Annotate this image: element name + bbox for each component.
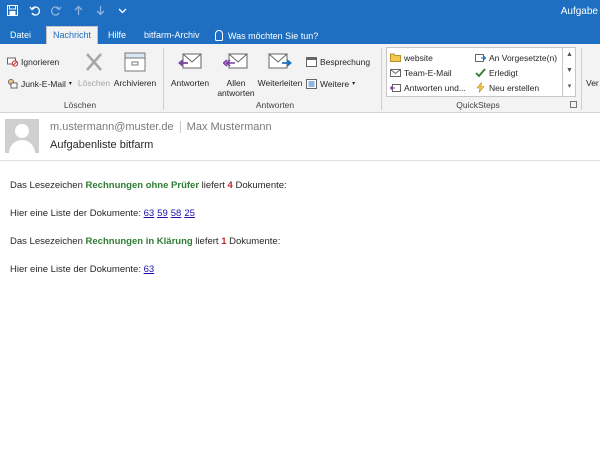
quicksteps-gallery: website Team-E-Mail Antworten und... An …: [386, 47, 576, 97]
ribbon-separator: [163, 48, 164, 110]
group-label-quicksteps: QuickSteps: [456, 100, 500, 110]
lightbulb-icon: [215, 30, 223, 41]
forward-icon: [268, 53, 292, 69]
ignore-icon: [7, 57, 18, 67]
expand-gallery-icon[interactable]: ▾: [563, 79, 576, 95]
redo-icon[interactable]: [50, 5, 62, 17]
title-bar: Aufgabe: [0, 0, 600, 24]
reply-icon: [178, 53, 202, 69]
bookmark-paragraph-2: Das Lesezeichen Rechnungen in Klärung li…: [10, 236, 281, 247]
group-label-antworten: Antworten: [255, 100, 295, 110]
quickstep-to-manager[interactable]: An Vorgesetzte(n): [475, 52, 557, 63]
window-title: Aufgabe: [560, 6, 598, 17]
reply-delete-icon: [390, 84, 401, 92]
scroll-down-icon[interactable]: ▼: [563, 63, 576, 79]
reply-button[interactable]: Antworten: [167, 51, 213, 88]
junk-icon: [8, 79, 18, 89]
ribbon-separator: [581, 48, 582, 110]
sender-divider: [179, 121, 181, 133]
bookmark-name: Rechnungen ohne Prüfer: [85, 180, 200, 191]
tell-me-search[interactable]: Was möchten Sie tun?: [215, 30, 318, 41]
up-icon[interactable]: [72, 5, 84, 17]
sender-email[interactable]: m.ustermann@muster.de: [50, 121, 174, 133]
folder-icon: [390, 53, 401, 62]
sender-name[interactable]: Max Mustermann: [187, 121, 272, 133]
message-header: m.ustermann@muster.de Max Mustermann Auf…: [0, 113, 600, 161]
document-link[interactable]: 63: [144, 264, 155, 275]
chevron-down-icon: ▾: [352, 81, 356, 87]
quick-access-toolbar: [6, 5, 128, 17]
forward-manager-icon: [475, 54, 486, 62]
archive-icon: [124, 52, 146, 72]
forward-button[interactable]: Weiterleiten: [256, 51, 304, 88]
reply-all-icon: [222, 53, 248, 69]
junk-email-button[interactable]: Junk-E-Mail ▾: [7, 78, 72, 89]
reply-all-button[interactable]: Allen antworten: [216, 51, 256, 98]
quickstep-reply-delete[interactable]: Antworten und...: [390, 82, 466, 93]
meeting-button[interactable]: Besprechung: [306, 56, 370, 67]
ribbon: Ignorieren Junk-E-Mail ▾ Löschen Archivi…: [0, 44, 600, 113]
bookmark-paragraph-1: Das Lesezeichen Rechnungen ohne Prüfer l…: [10, 180, 287, 191]
avatar: [5, 119, 39, 153]
dialog-launcher-icon[interactable]: [570, 101, 577, 108]
overflow-group-button[interactable]: Ver: [586, 78, 599, 88]
tab-bitfarm-archiv[interactable]: bitfarm-Archiv: [138, 27, 206, 44]
ribbon-tab-bar: Datei Nachricht Hilfe bitfarm-Archiv Was…: [0, 24, 600, 44]
calendar-icon: [306, 57, 317, 67]
archive-button[interactable]: Archivieren: [112, 51, 158, 88]
save-icon[interactable]: [6, 5, 18, 17]
tell-me-label: Was möchten Sie tun?: [228, 30, 319, 41]
down-icon[interactable]: [94, 5, 106, 17]
group-label-loeschen: Löschen: [63, 100, 97, 110]
document-list-2: Hier eine Liste der Dokumente: 63: [10, 264, 155, 275]
more-button[interactable]: Weitere ▾: [306, 78, 355, 89]
document-link[interactable]: 25: [184, 208, 195, 219]
document-link[interactable]: 63: [144, 208, 155, 219]
quickstep-team-email[interactable]: Team-E-Mail: [390, 67, 452, 78]
team-email-icon: [390, 69, 401, 77]
document-link[interactable]: 58: [171, 208, 182, 219]
chevron-down-icon: ▾: [68, 81, 72, 87]
quickstep-done[interactable]: Erledigt: [475, 67, 518, 78]
document-link[interactable]: 59: [157, 208, 168, 219]
tab-nachricht[interactable]: Nachricht: [46, 26, 99, 44]
delete-button[interactable]: Löschen: [76, 51, 112, 88]
delete-x-icon: [86, 53, 102, 71]
bookmark-name: Rechnungen in Klärung: [85, 236, 193, 247]
ribbon-separator: [381, 48, 382, 110]
message-subject: Aufgabenliste bitfarm: [50, 139, 154, 151]
tab-hilfe[interactable]: Hilfe: [102, 27, 132, 44]
ignore-button[interactable]: Ignorieren: [7, 56, 59, 67]
checkmark-icon: [475, 68, 486, 78]
dropdown-icon[interactable]: [116, 5, 128, 17]
quicksteps-scrollbar[interactable]: ▲ ▼ ▾: [562, 47, 576, 97]
scroll-up-icon[interactable]: ▲: [563, 47, 576, 63]
quickstep-website[interactable]: website: [390, 52, 433, 63]
quickstep-create-new[interactable]: Neu erstellen: [475, 82, 539, 93]
undo-icon[interactable]: [28, 5, 40, 17]
sender-line: m.ustermann@muster.de Max Mustermann: [50, 121, 272, 133]
more-icon: [306, 79, 317, 89]
document-list-1: Hier eine Liste der Dokumente: 63 59 58 25: [10, 208, 195, 219]
lightning-icon: [476, 82, 485, 93]
tab-datei[interactable]: Datei: [4, 27, 37, 44]
